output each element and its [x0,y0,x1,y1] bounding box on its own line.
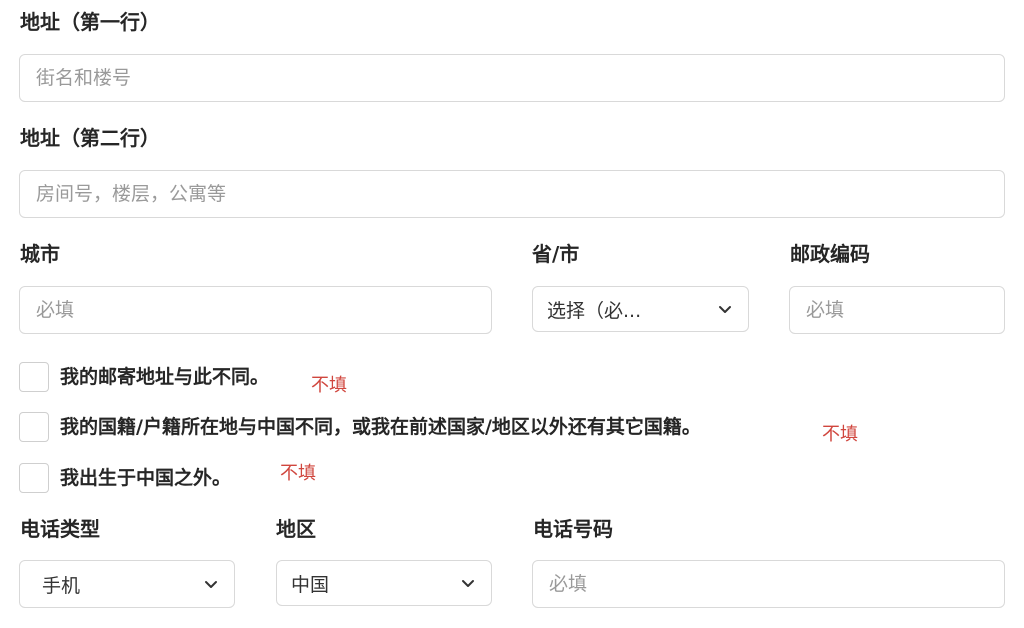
phone-number-input[interactable] [532,560,1005,608]
region-select-value: 中国 [291,573,330,596]
chevron-down-icon [462,580,474,587]
region-select[interactable]: 中国 [276,560,492,606]
chevron-down-icon [205,581,217,588]
region-label: 地区 [276,517,316,541]
address-line1-input[interactable] [19,54,1005,102]
postal-code-input[interactable] [789,286,1005,334]
province-select-value: 选择（必... [547,299,642,322]
address-line1-label: 地址（第一行） [20,10,160,34]
mailing-address-different-label: 我的邮寄地址与此不同。 [60,366,270,388]
address-line2-input[interactable] [19,170,1005,218]
phone-type-label: 电话类型 [20,517,100,541]
address-line2-label: 地址（第二行） [20,126,160,150]
city-input[interactable] [19,286,492,334]
checkbox-1-note: 不填 [311,375,347,396]
phone-type-select-value: 手机 [42,574,81,597]
phone-number-label: 电话号码 [533,517,613,541]
other-nationality-label: 我的国籍/户籍所在地与中国不同，或我在前述国家/地区以外还有其它国籍。 [60,416,701,438]
province-label: 省/市 [532,242,580,266]
phone-type-select[interactable]: 手机 [19,560,235,608]
checkbox-2-note: 不填 [822,424,858,445]
born-outside-china-label: 我出生于中国之外。 [60,467,232,489]
chevron-down-icon [719,306,731,313]
checkbox-3-note: 不填 [280,463,316,484]
postal-code-label: 邮政编码 [790,242,870,266]
born-outside-china-checkbox[interactable] [19,463,49,493]
province-select[interactable]: 选择（必... [532,286,749,332]
mailing-address-different-checkbox[interactable] [19,362,49,392]
other-nationality-checkbox[interactable] [19,412,49,442]
city-label: 城市 [20,242,60,266]
